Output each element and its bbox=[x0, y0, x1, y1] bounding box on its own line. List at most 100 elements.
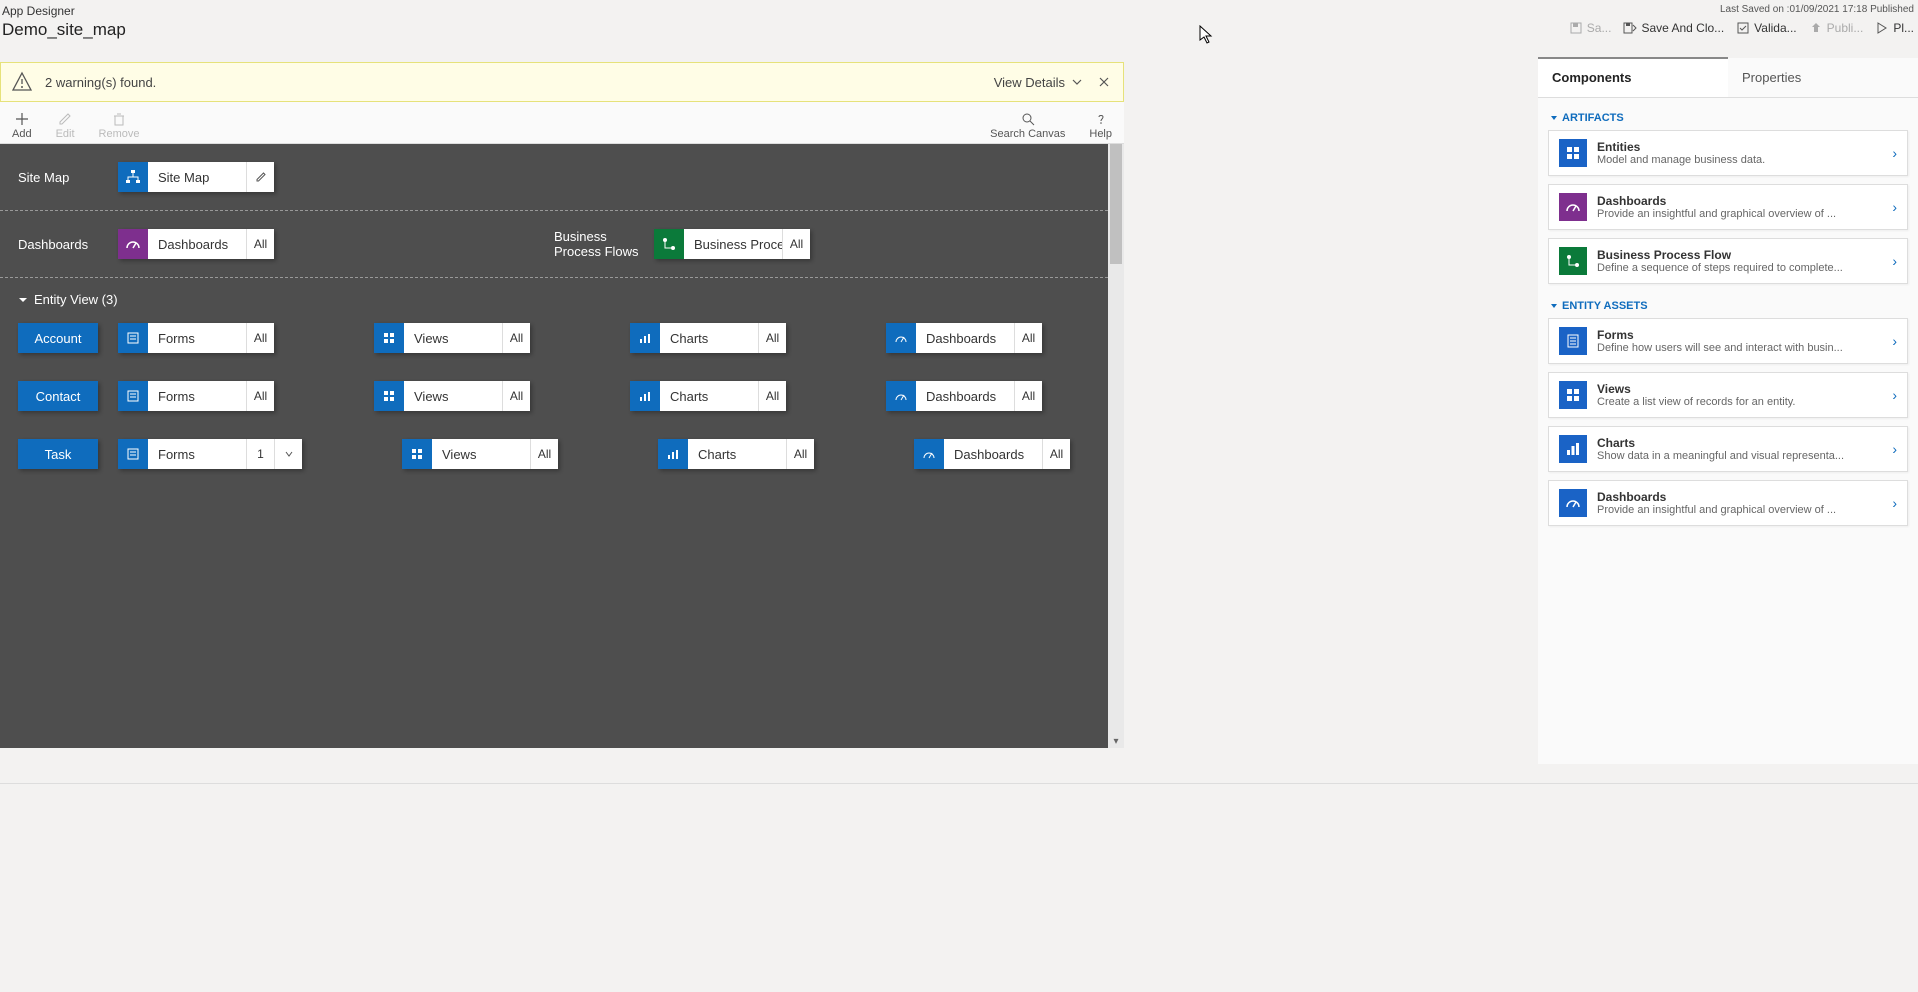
chevron-down-icon bbox=[1071, 76, 1083, 88]
sitemap-tile[interactable]: Site Map bbox=[118, 162, 274, 192]
task-charts-tile[interactable]: Charts All bbox=[658, 439, 814, 469]
chevron-right-icon: › bbox=[1892, 387, 1897, 403]
artifacts-label: ARTIFACTS bbox=[1562, 112, 1624, 124]
sitemap-icon bbox=[118, 162, 148, 192]
remove-button[interactable]: Remove bbox=[87, 106, 152, 140]
save-button[interactable]: Sa... bbox=[1569, 21, 1612, 35]
contact-charts-count[interactable]: All bbox=[758, 381, 786, 411]
dashboards-tile-label: Dashboards bbox=[148, 229, 246, 259]
grid-icon bbox=[374, 381, 404, 411]
right-panel: Components Properties ARTIFACTS Entities… bbox=[1538, 58, 1918, 764]
gauge-icon bbox=[886, 323, 916, 353]
caret-down-icon bbox=[1550, 114, 1558, 122]
header-buttons: Sa... Save And Clo... Valida... Publi...… bbox=[1569, 21, 1914, 35]
contact-dashboards-tile[interactable]: Dashboards All bbox=[886, 381, 1042, 411]
canvas-scrollbar[interactable]: ▾ bbox=[1108, 144, 1124, 748]
search-canvas-button[interactable]: Search Canvas bbox=[978, 106, 1077, 140]
contact-dash-count[interactable]: All bbox=[1014, 381, 1042, 411]
artifacts-group-title[interactable]: ARTIFACTS bbox=[1548, 104, 1908, 130]
chart-icon bbox=[630, 381, 660, 411]
chevron-right-icon: › bbox=[1892, 253, 1897, 269]
dashboards-card-icon bbox=[1559, 193, 1587, 221]
task-views-count[interactable]: All bbox=[530, 439, 558, 469]
view-details-label: View Details bbox=[994, 75, 1065, 90]
account-dash-count[interactable]: All bbox=[1014, 323, 1042, 353]
header: App Designer Demo_site_map Last Saved on… bbox=[0, 0, 1918, 56]
close-icon bbox=[1098, 76, 1110, 88]
bpf-count[interactable]: All bbox=[782, 229, 810, 259]
scroll-down-arrow[interactable]: ▾ bbox=[1108, 734, 1124, 748]
chevron-right-icon: › bbox=[1892, 333, 1897, 349]
entity-view-label: Entity View (3) bbox=[34, 292, 118, 307]
card-charts[interactable]: Charts Show data in a meaningful and vis… bbox=[1548, 426, 1908, 472]
contact-charts-tile[interactable]: Charts All bbox=[630, 381, 786, 411]
save-close-icon bbox=[1623, 21, 1637, 35]
entity-contact-button[interactable]: Contact bbox=[18, 381, 98, 411]
contact-dash-label: Dashboards bbox=[916, 381, 1014, 411]
account-dashboards-tile[interactable]: Dashboards All bbox=[886, 323, 1042, 353]
form-icon bbox=[118, 439, 148, 469]
entity-view-toggle[interactable]: Entity View (3) bbox=[0, 278, 1108, 315]
contact-views-tile[interactable]: Views All bbox=[374, 381, 530, 411]
save-and-close-button[interactable]: Save And Clo... bbox=[1623, 21, 1724, 35]
gauge-icon bbox=[914, 439, 944, 469]
publish-button[interactable]: Publi... bbox=[1809, 21, 1864, 35]
save-close-label: Save And Clo... bbox=[1641, 21, 1724, 35]
task-charts-label: Charts bbox=[688, 439, 786, 469]
card-entities[interactable]: Entities Model and manage business data.… bbox=[1548, 130, 1908, 176]
help-button[interactable]: Help bbox=[1077, 106, 1124, 140]
tab-properties[interactable]: Properties bbox=[1728, 58, 1918, 97]
grid-icon bbox=[374, 323, 404, 353]
view-details-button[interactable]: View Details bbox=[994, 75, 1083, 90]
account-forms-count[interactable]: All bbox=[246, 323, 274, 353]
form-icon bbox=[118, 323, 148, 353]
account-charts-count[interactable]: All bbox=[758, 323, 786, 353]
card-dashboards-asset[interactable]: Dashboards Provide an insightful and gra… bbox=[1548, 480, 1908, 526]
entity-task-button[interactable]: Task bbox=[18, 439, 98, 469]
card-views[interactable]: Views Create a list view of records for … bbox=[1548, 372, 1908, 418]
entity-account-button[interactable]: Account bbox=[18, 323, 98, 353]
chevron-right-icon: › bbox=[1892, 145, 1897, 161]
bottom-divider bbox=[0, 783, 1918, 784]
sitemap-edit-button[interactable] bbox=[246, 162, 274, 192]
panel-tabs: Components Properties bbox=[1538, 58, 1918, 98]
card-bpf[interactable]: Business Process Flow Define a sequence … bbox=[1548, 238, 1908, 284]
task-dashboards-tile[interactable]: Dashboards All bbox=[914, 439, 1070, 469]
account-forms-tile[interactable]: Forms All bbox=[118, 323, 274, 353]
edit-label: Edit bbox=[56, 128, 75, 140]
account-views-tile[interactable]: Views All bbox=[374, 323, 530, 353]
search-label: Search Canvas bbox=[990, 128, 1065, 140]
contact-views-count[interactable]: All bbox=[502, 381, 530, 411]
contact-forms-tile[interactable]: Forms All bbox=[118, 381, 274, 411]
dashboards-section: Dashboards Dashboards All Business Proce… bbox=[0, 211, 1108, 278]
account-charts-tile[interactable]: Charts All bbox=[630, 323, 786, 353]
account-views-count[interactable]: All bbox=[502, 323, 530, 353]
task-dash-count[interactable]: All bbox=[1042, 439, 1070, 469]
dashboards-count[interactable]: All bbox=[246, 229, 274, 259]
close-warning-button[interactable] bbox=[1095, 73, 1113, 91]
contact-forms-count[interactable]: All bbox=[246, 381, 274, 411]
task-charts-count[interactable]: All bbox=[786, 439, 814, 469]
grid-icon bbox=[402, 439, 432, 469]
bpf-label: Business Process Flows bbox=[554, 229, 654, 259]
tab-components[interactable]: Components bbox=[1538, 57, 1728, 97]
card-dashboards[interactable]: Dashboards Provide an insightful and gra… bbox=[1548, 184, 1908, 230]
account-forms-label: Forms bbox=[148, 323, 246, 353]
chevron-right-icon: › bbox=[1892, 441, 1897, 457]
add-button[interactable]: Add bbox=[0, 106, 44, 140]
bpf-tile[interactable]: Business Proces... All bbox=[654, 229, 810, 259]
card-forms[interactable]: Forms Define how users will see and inte… bbox=[1548, 318, 1908, 364]
flow-icon bbox=[654, 229, 684, 259]
validate-button[interactable]: Valida... bbox=[1736, 21, 1796, 35]
play-button[interactable]: Pl... bbox=[1875, 21, 1914, 35]
task-forms-dropdown[interactable] bbox=[274, 439, 302, 469]
card-views-desc: Create a list view of records for an ent… bbox=[1597, 396, 1882, 408]
dashboards-tile[interactable]: Dashboards All bbox=[118, 229, 274, 259]
sitemap-label: Site Map bbox=[18, 170, 118, 185]
task-views-tile[interactable]: Views All bbox=[402, 439, 558, 469]
edit-button[interactable]: Edit bbox=[44, 106, 87, 140]
entity-assets-group-title[interactable]: ENTITY ASSETS bbox=[1548, 292, 1908, 318]
chart-icon bbox=[630, 323, 660, 353]
scroll-thumb[interactable] bbox=[1110, 144, 1122, 264]
task-forms-tile[interactable]: Forms 1 bbox=[118, 439, 302, 469]
